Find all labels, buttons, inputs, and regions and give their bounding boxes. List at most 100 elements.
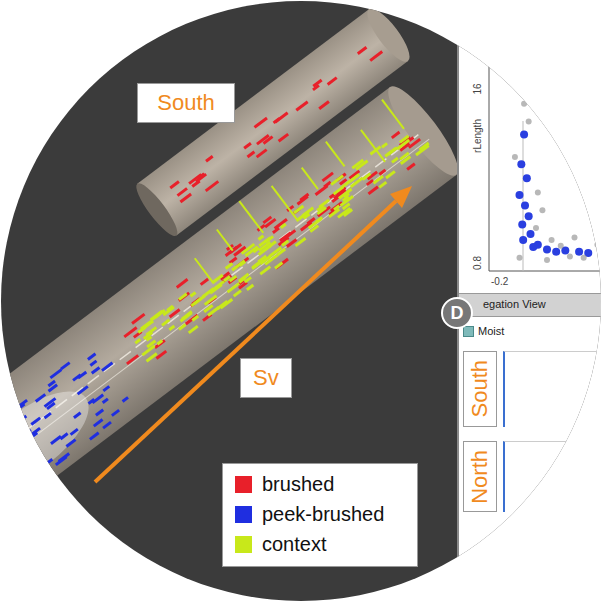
tunnel-mark [200,278,209,286]
tunnel-mark [18,415,27,423]
y-tick: 0.8 [472,256,483,270]
scatter-point [535,190,541,196]
tunnel-mark [191,315,199,322]
tunnel-mark [89,432,100,441]
scatter-point [518,221,526,229]
tunnel-mark [48,384,58,393]
tunnel-mark [316,205,324,212]
tunnel-mark [325,141,345,167]
tunnel-mark [241,243,255,255]
tunnel-mark [42,458,53,468]
tunnel-mark [378,169,386,176]
tunnel-mark [77,371,87,380]
tunnel-mark [268,240,277,248]
tunnel-mark [216,229,233,251]
tunnel-mark [331,196,339,203]
tunnel-mark [259,265,271,275]
tunnel-mark [243,142,252,149]
tunnel-mark [378,181,387,189]
tunnel-mark [50,435,62,445]
tunnel-mark [264,254,278,266]
axis-label: Sv [240,358,292,398]
tunnel-mark [19,399,28,407]
legend-item: peek-brushed [235,502,405,526]
scatter-plot[interactable]: 160.8rLength-0.2 [459,1,601,293]
tunnel-mark [342,195,350,202]
moist-checkbox-row[interactable]: Moist [463,325,601,337]
tunnel-mark [264,218,276,228]
tunnel-mark [323,181,331,188]
sv-axis-arrow-icon [95,186,412,482]
tunnel-mark [91,366,101,374]
scatter-point [567,254,573,260]
tunnel-mark [95,409,104,417]
tunnel-mark [168,325,175,331]
scatter-point [572,235,578,241]
tunnel-mark [154,339,166,349]
legend: brushedpeek-brushedcontext [222,463,418,567]
tunnel-mark [60,361,71,370]
tunnel-mark [178,292,190,302]
tunnel-mark [178,293,187,301]
tunnel-mark [322,172,334,182]
aggregation-group: South [463,351,601,427]
tunnel-mark [247,151,256,159]
moist-checkbox[interactable] [463,326,474,337]
tunnel-mark [308,217,323,229]
aggregation-view-title: egation View [459,293,601,317]
tunnel-mark [50,368,63,379]
tunnel-mark [205,155,213,162]
tunnel-mark [263,135,274,144]
tunnel-mark [93,418,104,427]
scatter-point [543,245,551,253]
tunnel-mark [213,280,225,290]
tunnel-mark [408,138,421,149]
tunnel-mark [102,385,110,392]
tunnel-mark [161,319,170,327]
scatter-point [521,101,527,107]
tunnel-mark [330,174,344,185]
group-chart [503,441,601,513]
group-label: North [463,441,497,513]
tunnel-mark [202,287,215,298]
tunnel-mark [30,417,41,426]
tunnel-mark [87,353,96,361]
scatter-point [552,248,560,256]
tunnel-mark [391,157,399,164]
tunnel-mark [102,398,109,404]
tunnel-mark [73,412,81,419]
legend-swatch [235,506,252,523]
tunnel-mark [406,163,415,171]
scatter-point [512,154,518,160]
scatter-point [523,174,531,182]
tunnel-mark [169,180,179,189]
tunnel-mark [362,172,372,180]
scatter-point [527,230,535,238]
tunnel-mark [146,340,156,349]
tunnel-mark [58,452,70,462]
tunnel-mark [360,129,386,162]
panel-badge: D [441,297,473,329]
tunnel-mark [44,412,52,419]
tunnel-mark [368,186,379,195]
tunnel-mark [369,50,383,61]
tunnel-mark [246,284,254,291]
tunnel-mark [295,100,308,111]
tunnel-mark [122,396,129,403]
tunnel-mark [387,146,398,155]
magnifier-lens: SouthSvbrushedpeek-brushedcontext160.8rL… [1,1,601,601]
tunnel-mark [293,205,304,215]
legend-label: peek-brushed [262,502,384,526]
tunnel-mark [131,313,145,325]
scatter-point [520,131,528,139]
scatter-point [529,243,537,251]
tunnel-mark [92,394,105,405]
tunnel-mark [281,240,289,247]
y-tick: 16 [472,83,483,95]
tunnel-mark [274,261,283,269]
tunnel-mark [399,152,409,161]
